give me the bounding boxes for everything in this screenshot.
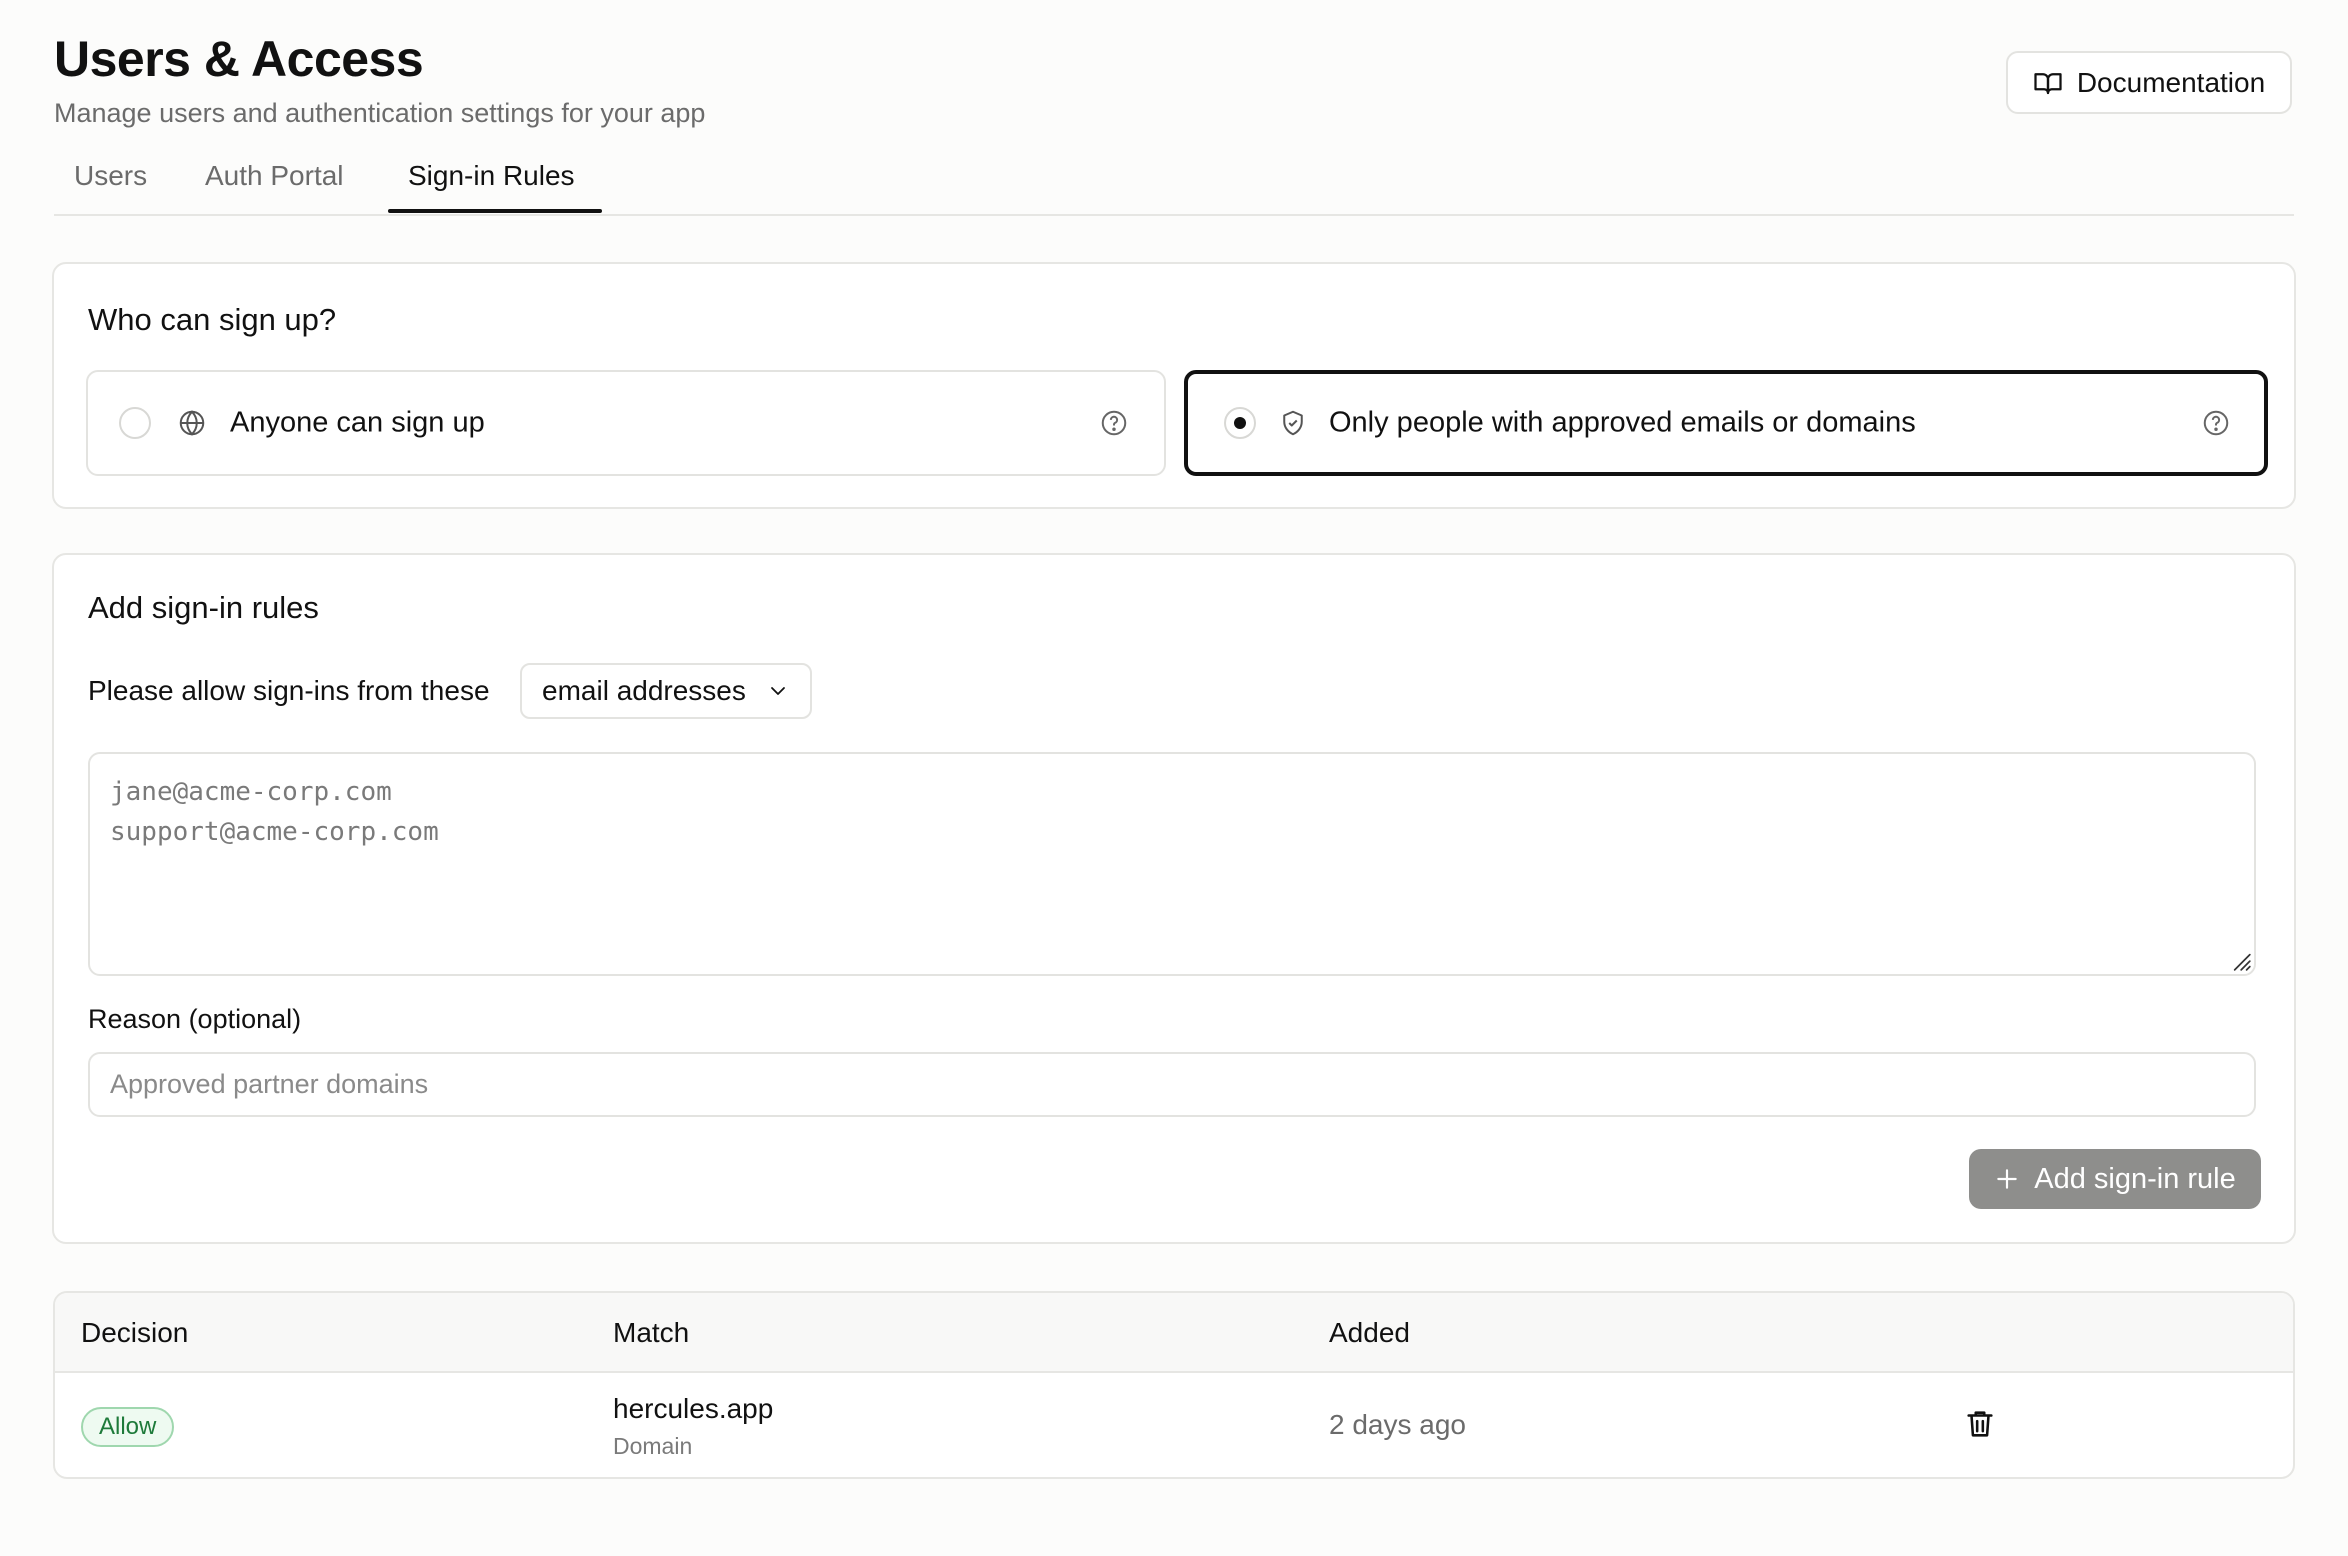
option-anyone-label: Anyone can sign up — [230, 406, 485, 439]
rule-type-select-value: email addresses — [542, 675, 746, 706]
textarea-placeholder-line: jane@acme-corp.com — [110, 777, 392, 807]
plus-icon — [1997, 1169, 2017, 1189]
option-anyone-can-sign-up[interactable]: Anyone can sign up — [86, 370, 1166, 476]
documentation-button[interactable]: Documentation — [2006, 51, 2292, 114]
reason-input[interactable]: Approved partner domains — [88, 1052, 2256, 1117]
tab-auth-portal[interactable]: Auth Portal — [205, 160, 344, 192]
chevron-down-icon — [771, 687, 785, 695]
radio-anyone[interactable] — [119, 407, 151, 439]
add-sign-in-rule-button[interactable]: Add sign-in rule — [1969, 1149, 2261, 1209]
help-icon[interactable] — [2201, 408, 2231, 438]
tab-bar: Users Auth Portal Sign-in Rules — [54, 150, 2294, 216]
textarea-placeholder-line: support@acme-corp.com — [110, 817, 439, 847]
add-sign-in-rule-label: Add sign-in rule — [2034, 1162, 2236, 1195]
add-rules-card: Add sign-in rules Please allow sign-ins … — [52, 553, 2296, 1244]
users-access-page: Users & Access Manage users and authenti… — [0, 0, 2348, 1556]
add-rules-title: Add sign-in rules — [88, 590, 319, 625]
documentation-button-label: Documentation — [2076, 66, 2266, 98]
option-approved-label: Only people with approved emails or doma… — [1329, 406, 1916, 439]
page-title: Users & Access — [54, 31, 424, 87]
trash-icon[interactable] — [1963, 1407, 1997, 1441]
active-tab-indicator — [388, 209, 602, 213]
reason-label: Reason (optional) — [88, 1004, 302, 1034]
resize-handle-icon[interactable] — [2226, 946, 2252, 972]
radio-approved-only[interactable] — [1224, 407, 1256, 439]
column-header-match: Match — [613, 1317, 690, 1348]
column-header-decision: Decision — [81, 1317, 189, 1348]
tab-users[interactable]: Users — [74, 160, 147, 192]
page-subtitle: Manage users and authentication settings… — [54, 98, 706, 128]
shield-check-icon — [1283, 410, 1303, 436]
tab-sign-in-rules[interactable]: Sign-in Rules — [408, 160, 575, 192]
reason-placeholder: Approved partner domains — [110, 1069, 429, 1099]
rules-table: Decision Match Added Allow hercules.app … — [53, 1291, 2295, 1479]
table-header: Decision Match Added — [55, 1293, 2293, 1373]
option-approved-only[interactable]: Only people with approved emails or doma… — [1184, 370, 2268, 476]
match-type: Domain — [613, 1433, 693, 1459]
globe-icon — [179, 410, 205, 436]
decision-badge: Allow — [81, 1407, 175, 1447]
rule-type-select[interactable]: email addresses — [520, 663, 812, 719]
emails-textarea[interactable]: jane@acme-corp.com support@acme-corp.com — [88, 752, 2256, 976]
column-header-added: Added — [1329, 1317, 1410, 1348]
book-open-icon — [2034, 72, 2062, 94]
match-value: hercules.app — [613, 1393, 774, 1424]
allow-from-label: Please allow sign-ins from these — [88, 675, 490, 706]
signup-policy-title: Who can sign up? — [88, 302, 337, 337]
added-time: 2 days ago — [1329, 1409, 1466, 1440]
help-icon[interactable] — [1099, 408, 1129, 438]
signup-policy-card: Who can sign up? Anyone can sign up Only… — [52, 262, 2296, 509]
